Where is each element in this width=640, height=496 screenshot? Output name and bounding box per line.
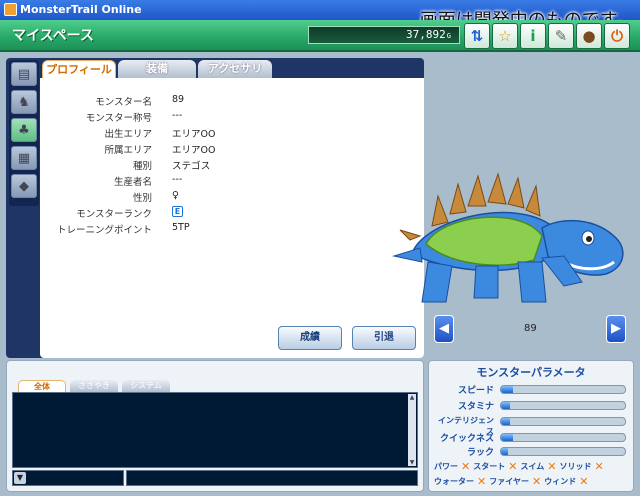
currency-unit-icon: G: [446, 32, 451, 40]
wrench-icon: ✎: [554, 27, 568, 45]
ability-x-icon: ✕: [508, 460, 518, 473]
next-monster-button[interactable]: ▶: [606, 315, 626, 343]
ability-solid: ソリッド: [559, 462, 592, 471]
profile-label: 出生エリア: [104, 129, 152, 140]
record-button[interactable]: 成績: [278, 326, 342, 350]
bag-icon: ●: [582, 27, 596, 45]
scroll-down-icon[interactable]: ▼: [408, 459, 416, 466]
power-icon: ⏻: [611, 27, 623, 45]
scroll-up-icon[interactable]: ▲: [408, 394, 416, 401]
params-title: モンスターパラメータ: [476, 366, 586, 379]
profile-label: モンスター名: [95, 97, 152, 108]
chat-input[interactable]: [126, 470, 418, 486]
rank-badge: E: [172, 206, 183, 217]
page-title: マイスペース: [12, 28, 94, 44]
currency-display: 37,892G: [308, 26, 460, 44]
ability-wind: ウィンド: [544, 477, 577, 486]
profile-value: ステゴス: [172, 161, 211, 172]
info-button[interactable]: i: [520, 23, 546, 49]
sort-button[interactable]: ⇅: [464, 23, 490, 49]
profile-label: トレーニングポイント: [56, 225, 152, 236]
chat-scrollbar[interactable]: ▲ ▼: [408, 394, 416, 466]
param-label: スタミナ: [457, 402, 494, 412]
param-fill: [501, 402, 510, 409]
chat-scope-select[interactable]: [12, 470, 124, 486]
chevron-down-icon[interactable]: ▼: [14, 472, 26, 484]
param-fill: [501, 386, 514, 393]
ability-x-icon: ✕: [461, 460, 471, 473]
bag-button[interactable]: ●: [576, 23, 602, 49]
ability-x-icon: ✕: [531, 475, 542, 488]
monster-illustration: [392, 172, 624, 303]
ability-x-icon: ✕: [477, 475, 487, 488]
param-label: スピード: [457, 386, 494, 396]
arrow-left-icon: ◀: [439, 321, 449, 336]
param-fill: [501, 448, 509, 455]
side-monitor-button[interactable]: ▤: [11, 62, 37, 86]
profile-label: 性別: [132, 193, 152, 204]
chest-icon: ▦: [17, 150, 31, 166]
side-chest-button[interactable]: ▦: [11, 146, 37, 170]
prev-monster-button[interactable]: ◀: [434, 315, 454, 343]
walk-icon: ♞: [18, 94, 30, 110]
chat-tab-all[interactable]: 全体: [18, 380, 66, 392]
abilities-row-2: ウォーター ✕ ファイヤー ✕ ウィンド ✕: [434, 475, 588, 488]
retire-button[interactable]: 引退: [352, 326, 416, 350]
profile-label: 種別: [132, 161, 152, 172]
info-icon: i: [530, 27, 536, 45]
chat-tab-whisper[interactable]: ささやき: [70, 380, 118, 392]
currency-value: 37,892: [406, 28, 446, 41]
param-bar: [500, 401, 626, 410]
param-label: クイックネス: [439, 434, 494, 444]
tab-profile[interactable]: プロフィール: [42, 60, 116, 78]
ability-x-icon: ✕: [547, 460, 557, 473]
side-walk-button[interactable]: ♞: [11, 90, 37, 114]
param-bar: [500, 417, 626, 426]
dance-icon: ☆: [498, 27, 512, 45]
ability-x-icon: ✕: [594, 460, 604, 473]
profile-value: ♀: [172, 190, 179, 201]
monitor-icon: ▤: [17, 66, 31, 82]
profile-value: 5TP: [172, 222, 190, 233]
abilities-row-1: パワー ✕ スタート ✕ スイム ✕ ソリッド ✕: [434, 460, 604, 473]
side-monster-button[interactable]: ♣: [11, 118, 37, 142]
ability-x-icon: ✕: [579, 475, 589, 488]
chat-log: [12, 392, 418, 468]
ability-start: スタート: [473, 462, 506, 471]
ability-fire: ファイヤー: [489, 477, 529, 486]
side-item-button[interactable]: ◆: [11, 174, 37, 198]
tab-accessory[interactable]: アクセサリ: [198, 60, 272, 78]
param-bar: [500, 385, 626, 394]
monster-name: 89: [524, 323, 537, 334]
settings-button[interactable]: ✎: [548, 23, 574, 49]
arrow-right-icon: ▶: [611, 321, 621, 336]
profile-value: ---: [172, 110, 183, 121]
profile-label: 所属エリア: [104, 145, 152, 156]
ability-swim: スイム: [520, 462, 545, 471]
profile-label: モンスターランク: [76, 209, 152, 220]
profile-value: エリアOO: [172, 129, 216, 140]
ability-water: ウォーター: [434, 477, 474, 486]
profile-label: 生産者名: [113, 177, 152, 188]
param-fill: [501, 434, 514, 441]
tab-equipment[interactable]: 装備: [118, 60, 196, 78]
param-bar: [500, 433, 626, 442]
param-bar: [500, 447, 626, 456]
profile-label: モンスター称号: [85, 113, 152, 124]
profile-value: エリアOO: [172, 145, 216, 156]
profile-value: ---: [172, 174, 183, 185]
ability-power: パワー: [434, 462, 458, 471]
dance-button[interactable]: ☆: [492, 23, 518, 49]
power-button[interactable]: ⏻: [604, 23, 630, 49]
profile-value: 89: [172, 94, 185, 105]
param-fill: [501, 418, 510, 425]
chat-tab-system[interactable]: システム: [122, 380, 170, 392]
app-icon: [4, 3, 17, 16]
monster-icon: ♣: [18, 122, 30, 138]
item-bag-icon: ◆: [19, 178, 29, 194]
param-label: ラック: [466, 448, 494, 458]
sort-icon: ⇅: [470, 27, 484, 45]
window-title: MonsterTrail Online: [20, 3, 142, 16]
